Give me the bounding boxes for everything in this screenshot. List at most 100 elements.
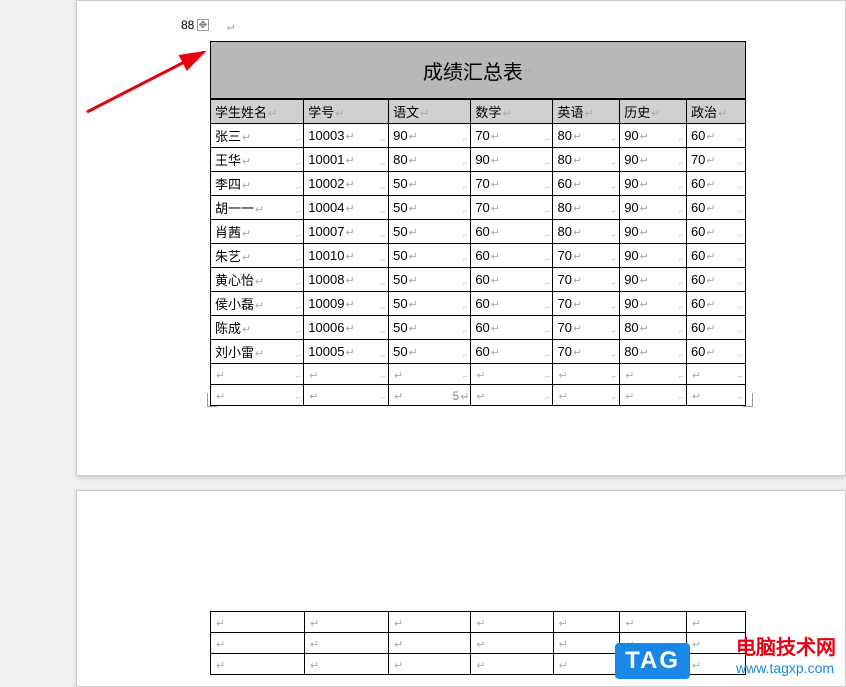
table-row[interactable]: 侯小磊↵⌐10009↵⌐50↵⌐60↵⌐70↵⌐90↵⌐60↵⌐	[211, 292, 746, 316]
table-cell[interactable]: 黄心怡↵⌐	[211, 268, 304, 292]
header-cell[interactable]: 语文↵	[389, 100, 471, 124]
table-cell[interactable]: ↵⌐	[686, 364, 745, 385]
table-cell[interactable]: 刘小雷↵⌐	[211, 340, 304, 364]
table-cell[interactable]: 60↵⌐	[686, 316, 745, 340]
document-page-1[interactable]: 88 ✥ ↵ 成绩汇总表↵ 学生姓名↵学号↵语文↵数学↵英语↵历史↵政治↵ 张三…	[76, 0, 846, 476]
table-cell[interactable]: ↵⌐	[389, 364, 471, 385]
table-cell[interactable]: 60↵⌐	[686, 196, 745, 220]
table-row[interactable]: ↵↵↵↵↵↵↵	[211, 612, 746, 633]
table-cell[interactable]: ↵	[471, 633, 553, 654]
table-cell[interactable]: 10006↵⌐	[304, 316, 389, 340]
table-cell[interactable]: ↵	[553, 612, 620, 633]
table-cell[interactable]: ↵	[389, 654, 471, 675]
table-cell[interactable]: ↵	[211, 612, 305, 633]
table-cell[interactable]: ↵⌐	[620, 364, 687, 385]
table-cell[interactable]: 60↵⌐	[471, 244, 553, 268]
table-cell[interactable]: 50↵⌐	[389, 316, 471, 340]
table-cell[interactable]: 10005↵⌐	[304, 340, 389, 364]
header-cell[interactable]: 政治↵	[686, 100, 745, 124]
table-cell[interactable]: 10010↵⌐	[304, 244, 389, 268]
table-row[interactable]: 张三↵⌐10003↵⌐90↵⌐70↵⌐80↵⌐90↵⌐60↵⌐	[211, 124, 746, 148]
table-cell[interactable]: ↵	[211, 654, 305, 675]
table-cell[interactable]: ↵	[389, 633, 471, 654]
table-title-cell[interactable]: 成绩汇总表↵	[210, 41, 746, 99]
table-row[interactable]: 王华↵⌐10001↵⌐80↵⌐90↵⌐80↵⌐90↵⌐70↵⌐	[211, 148, 746, 172]
table-cell[interactable]: 60↵⌐	[686, 268, 745, 292]
table-cell[interactable]: 60↵⌐	[686, 292, 745, 316]
table-cell[interactable]: 80↵⌐	[620, 316, 687, 340]
table-cell[interactable]: 10001↵⌐	[304, 148, 389, 172]
table-cell[interactable]: 60↵⌐	[686, 124, 745, 148]
table-cell[interactable]: 70↵⌐	[686, 148, 745, 172]
table-row[interactable]: 肖茜↵⌐10007↵⌐50↵⌐60↵⌐80↵⌐90↵⌐60↵⌐	[211, 220, 746, 244]
table-cell[interactable]: 李四↵⌐	[211, 172, 304, 196]
table-cell[interactable]: 10002↵⌐	[304, 172, 389, 196]
table-cell[interactable]: 90↵⌐	[471, 148, 553, 172]
table-cell[interactable]: 70↵⌐	[471, 172, 553, 196]
table-cell[interactable]: 50↵⌐	[389, 196, 471, 220]
table-cell[interactable]: ↵⌐	[304, 364, 389, 385]
document-page-2[interactable]: ↵↵↵↵↵↵↵↵↵↵↵↵↵↵↵↵↵↵↵↵↵	[76, 490, 846, 687]
table-cell[interactable]: 10009↵⌐	[304, 292, 389, 316]
header-cell[interactable]: 数学↵	[471, 100, 553, 124]
table-cell[interactable]: ↵	[687, 612, 746, 633]
table-cell[interactable]: ↵	[304, 633, 388, 654]
table-cell[interactable]: 80↵⌐	[553, 220, 620, 244]
table-cell[interactable]: 90↵⌐	[620, 196, 687, 220]
table-cell[interactable]: 70↵⌐	[553, 268, 620, 292]
header-cell[interactable]: 历史↵	[620, 100, 687, 124]
table-row[interactable]: 陈成↵⌐10006↵⌐50↵⌐60↵⌐70↵⌐80↵⌐60↵⌐	[211, 316, 746, 340]
table-cell[interactable]: 张三↵⌐	[211, 124, 304, 148]
table-cell[interactable]: 80↵⌐	[620, 340, 687, 364]
table-row[interactable]: ↵⌐↵⌐↵⌐↵⌐↵⌐↵⌐↵⌐	[211, 364, 746, 385]
table-cell[interactable]: 70↵⌐	[553, 244, 620, 268]
table-cell[interactable]: ↵	[553, 654, 620, 675]
table-row[interactable]: 朱艺↵⌐10010↵⌐50↵⌐60↵⌐70↵⌐90↵⌐60↵⌐	[211, 244, 746, 268]
table-cell[interactable]: 60↵⌐	[471, 220, 553, 244]
table-cell[interactable]: ↵	[553, 633, 620, 654]
table-cell[interactable]: 50↵⌐	[389, 292, 471, 316]
table-cell[interactable]: ↵⌐	[553, 364, 620, 385]
table-move-handle-icon[interactable]: ✥	[197, 19, 209, 31]
table-cell[interactable]: 90↵⌐	[620, 148, 687, 172]
table-row[interactable]: 黄心怡↵⌐10008↵⌐50↵⌐60↵⌐70↵⌐90↵⌐60↵⌐	[211, 268, 746, 292]
table-cell[interactable]: 50↵⌐	[389, 268, 471, 292]
table-cell[interactable]: 80↵⌐	[553, 196, 620, 220]
table-cell[interactable]: 陈成↵⌐	[211, 316, 304, 340]
table-cell[interactable]: 朱艺↵⌐	[211, 244, 304, 268]
table-cell[interactable]: 肖茜↵⌐	[211, 220, 304, 244]
score-table-body[interactable]: 学生姓名↵学号↵语文↵数学↵英语↵历史↵政治↵ 张三↵⌐10003↵⌐90↵⌐7…	[210, 99, 746, 406]
table-cell[interactable]: 90↵⌐	[620, 124, 687, 148]
table-cell[interactable]: 70↵⌐	[553, 340, 620, 364]
table-header-row[interactable]: 学生姓名↵学号↵语文↵数学↵英语↵历史↵政治↵	[211, 100, 746, 124]
table-cell[interactable]: 60↵⌐	[686, 172, 745, 196]
table-cell[interactable]: 90↵⌐	[620, 220, 687, 244]
table-cell[interactable]: 80↵⌐	[553, 124, 620, 148]
table-cell[interactable]: 60↵⌐	[471, 268, 553, 292]
header-cell[interactable]: 学号↵	[304, 100, 389, 124]
table-cell[interactable]: ↵	[211, 633, 305, 654]
table-cell[interactable]: ↵	[304, 654, 388, 675]
table-cell[interactable]: ↵	[304, 612, 388, 633]
table-cell[interactable]: 50↵⌐	[389, 172, 471, 196]
table-cell[interactable]: 王华↵⌐	[211, 148, 304, 172]
table-cell[interactable]: 60↵⌐	[471, 316, 553, 340]
table-row[interactable]: 胡一一↵⌐10004↵⌐50↵⌐70↵⌐80↵⌐90↵⌐60↵⌐	[211, 196, 746, 220]
table-cell[interactable]: 60↵⌐	[471, 340, 553, 364]
table-cell[interactable]: 60↵⌐	[471, 292, 553, 316]
table-cell[interactable]: 80↵⌐	[389, 148, 471, 172]
table-cell[interactable]: 60↵⌐	[553, 172, 620, 196]
table-cell[interactable]: 10004↵⌐	[304, 196, 389, 220]
table-cell[interactable]: 90↵⌐	[620, 292, 687, 316]
table-cell[interactable]: 90↵⌐	[620, 244, 687, 268]
table-cell[interactable]: 70↵⌐	[553, 292, 620, 316]
table-cell[interactable]: 60↵⌐	[686, 244, 745, 268]
table-cell[interactable]: 10003↵⌐	[304, 124, 389, 148]
table-cell[interactable]: 70↵⌐	[471, 196, 553, 220]
table-cell[interactable]: ↵	[471, 654, 553, 675]
score-table[interactable]: 成绩汇总表↵ 学生姓名↵学号↵语文↵数学↵英语↵历史↵政治↵ 张三↵⌐10003…	[210, 41, 746, 406]
table-cell[interactable]: ↵	[471, 612, 553, 633]
table-cell[interactable]: 50↵⌐	[389, 220, 471, 244]
table-cell[interactable]: ↵⌐	[211, 364, 304, 385]
table-cell[interactable]: 侯小磊↵⌐	[211, 292, 304, 316]
